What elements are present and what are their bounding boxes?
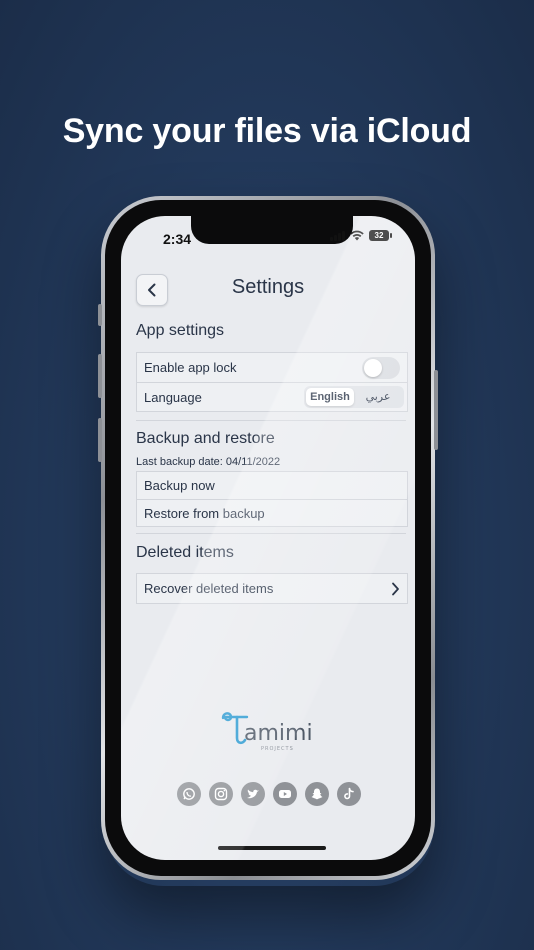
phone-bezel: 2:34 32 Settings App settings Enable app… — [105, 200, 431, 876]
backup-group: Backup now Restore from backup — [136, 471, 408, 527]
language-segmented-control: English عربي — [304, 386, 404, 408]
chevron-right-icon — [392, 582, 399, 595]
app-lock-toggle[interactable] — [362, 356, 400, 379]
power-button — [434, 370, 438, 450]
deleted-items-title: Deleted items — [136, 544, 234, 561]
language-option-english[interactable]: English — [306, 388, 354, 406]
restore-label: Restore from backup — [144, 505, 265, 521]
backup-title: Backup and restore — [136, 430, 275, 447]
whatsapp-icon[interactable] — [177, 782, 201, 806]
tamimi-logo: amimi PROJECTS — [217, 710, 327, 756]
cellular-signal-icon — [330, 230, 345, 241]
page-title: Settings — [231, 276, 305, 298]
language-label: Language — [144, 389, 202, 405]
backup-now-row[interactable]: Backup now — [137, 472, 407, 499]
home-indicator[interactable] — [218, 846, 326, 850]
status-time: 2:34 — [163, 231, 192, 247]
app-settings-title: App settings — [136, 322, 225, 339]
phone-frame: 2:34 32 Settings App settings Enable app… — [98, 196, 438, 880]
wifi-icon — [350, 230, 364, 241]
notch — [191, 216, 353, 244]
toggle-knob — [364, 358, 382, 377]
app-lock-label: Enable app lock — [144, 360, 237, 375]
logo-text: amimi — [244, 721, 313, 746]
twitter-icon[interactable] — [241, 782, 265, 806]
section-divider — [136, 533, 406, 534]
recover-deleted-row[interactable]: Recover deleted items — [137, 574, 407, 603]
last-backup-date: Last backup date: 04/11/2022 — [136, 456, 281, 468]
tiktok-icon[interactable] — [337, 782, 361, 806]
youtube-icon[interactable] — [273, 782, 297, 806]
app-lock-row: Enable app lock — [137, 353, 407, 382]
headline: Sync your files via iCloud — [62, 112, 472, 150]
status-icons: 32 — [330, 230, 392, 241]
volume-down-button — [98, 418, 102, 462]
language-option-arabic[interactable]: عربي — [354, 388, 402, 406]
recover-deleted-label: Recover deleted items — [144, 581, 274, 596]
phone-screen: 2:34 32 Settings App settings Enable app… — [121, 216, 415, 860]
section-divider — [136, 420, 406, 421]
battery-icon: 32 — [369, 230, 392, 241]
screen-glare — [121, 216, 415, 860]
app-settings-group: Enable app lock Language English عربي — [136, 352, 408, 412]
backup-now-label: Backup now — [144, 478, 215, 493]
tamimi-logo-mark: amimi PROJECTS — [221, 712, 313, 752]
snapchat-icon[interactable] — [305, 782, 329, 806]
language-row: Language English عربي — [137, 382, 407, 411]
restore-row[interactable]: Restore from backup — [137, 499, 407, 526]
logo-subtext: PROJECTS — [261, 746, 294, 752]
volume-up-button — [98, 354, 102, 398]
instagram-icon[interactable] — [209, 782, 233, 806]
social-links — [177, 782, 361, 806]
deleted-items-group: Recover deleted items — [136, 573, 408, 604]
silent-switch — [98, 304, 102, 326]
